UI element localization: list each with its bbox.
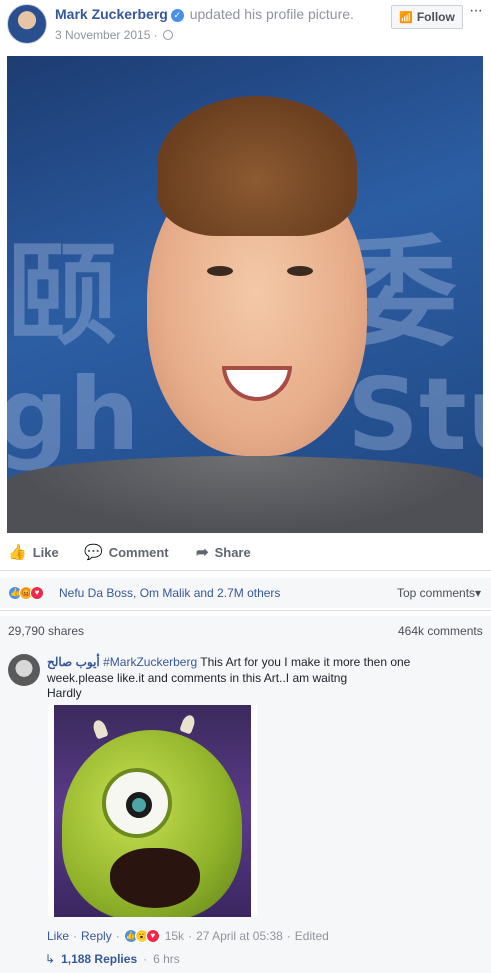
follow-button[interactable]: 📶 Follow [391,5,463,29]
meta-separator: · [153,28,158,42]
comment-reaction-icons[interactable]: 👍 😮 ♥ [123,929,160,943]
globe-icon [163,30,174,40]
like-label: Like [32,544,59,560]
comment-meta: Like · Reply · 👍 😮 ♥ 15k · 27 April at 0… [47,929,329,943]
comment-reaction-count[interactable]: 15k [165,929,184,943]
reactions-summary: 👍 😡 ♥ Nefu Da Boss, Om Malik and 2.7M ot… [0,578,491,608]
comment-love-reaction-icon: ♥ [145,929,160,943]
comments-count[interactable]: 464k comments [398,624,483,638]
chevron-down-icon: ▾ [475,586,482,600]
thumbs-up-icon: 👍 [8,544,27,561]
photo-right-eye [287,266,313,276]
post-action-text: updated his profile picture. [189,6,354,22]
mike-eye [102,768,172,838]
comment-item: أيوب صالح #MarkZuckerberg This Art for y… [0,644,491,973]
photo-bg-text-4: Stu [347,356,483,473]
stats-divider [0,610,491,611]
photo-shirt [7,456,483,533]
photo-hair [157,96,357,236]
author-name[interactable]: Mark Zuckerberg [55,6,168,22]
more-options-icon[interactable]: ··· [469,2,483,20]
replies-sep: · [143,952,148,966]
comment-meta-sep-2: · [115,929,120,943]
author-avatar[interactable] [7,4,47,44]
comment-button[interactable]: 💬 Comment [84,538,169,566]
post-date[interactable]: 3 November 2015 [55,28,150,42]
love-reaction-icon: ♥ [30,586,44,600]
reaction-icons[interactable]: 👍 😡 ♥ [8,586,44,600]
comment-line2: Hardly [47,686,82,700]
comment-label: Comment [108,544,169,560]
post-title-line: Mark Zuckerberg ✓ updated his profile pic… [55,6,354,22]
shares-row: 29,790 shares 464k comments [0,616,491,644]
share-label: Share [214,544,251,560]
like-button[interactable]: 👍 Like [8,538,59,566]
comment-hashtag[interactable]: #MarkZuckerberg [103,655,197,669]
post-meta: 3 November 2015 · [55,28,174,42]
reply-arrow-icon: ↳ [45,952,56,966]
follow-label: Follow [416,10,455,24]
commenter-name[interactable]: أيوب صالح [47,655,100,669]
comment-timestamp[interactable]: 27 April at 05:38 [196,929,283,943]
comment-like-link[interactable]: Like [47,929,69,943]
rss-icon: 📶 [399,11,413,24]
share-arrow-icon: ➦ [196,544,209,561]
share-button[interactable]: ➦ Share [196,538,251,566]
top-comments-dropdown[interactable]: Top comments▾ [397,586,481,600]
mike-iris [126,792,152,818]
comment-reply-link[interactable]: Reply [81,929,112,943]
comment-attached-image[interactable] [48,705,257,917]
mike-mouth [110,848,200,908]
reaction-names[interactable]: Nefu Da Boss, Om Malik and 2.7M others [59,586,280,600]
mike-body [62,730,242,917]
profile-photo[interactable]: 颐 委 gh Stu [7,56,483,533]
shares-count[interactable]: 29,790 shares [8,624,84,638]
photo-bg-text-3: gh [7,356,140,473]
verified-badge-icon: ✓ [170,9,184,22]
replies-count[interactable]: 1,188 Replies [61,952,137,966]
action-divider [0,570,491,571]
post-header: Mark Zuckerberg ✓ updated his profile pic… [0,0,491,52]
comment-meta-sep-1: · [73,929,78,943]
comment-text: This Art for you I make it more then one… [47,655,411,685]
photo-left-eye [207,266,233,276]
top-comments-label: Top comments [397,586,476,600]
post-action-bar: 👍 Like 💬 Comment ➦ Share [0,538,491,568]
speech-bubble-icon: 💬 [84,544,103,561]
comment-edited[interactable]: Edited [295,929,329,943]
replies-link[interactable]: ↳ 1,188 Replies · 6 hrs [45,952,180,966]
comment-body: أيوب صالح #MarkZuckerberg This Art for y… [47,654,427,686]
photo-bg-text-1: 颐 [7,232,117,360]
commenter-avatar[interactable] [8,654,40,686]
comment-meta-sep-4: · [286,929,291,943]
comment-meta-sep-3: · [188,929,193,943]
replies-time: 6 hrs [153,952,180,966]
